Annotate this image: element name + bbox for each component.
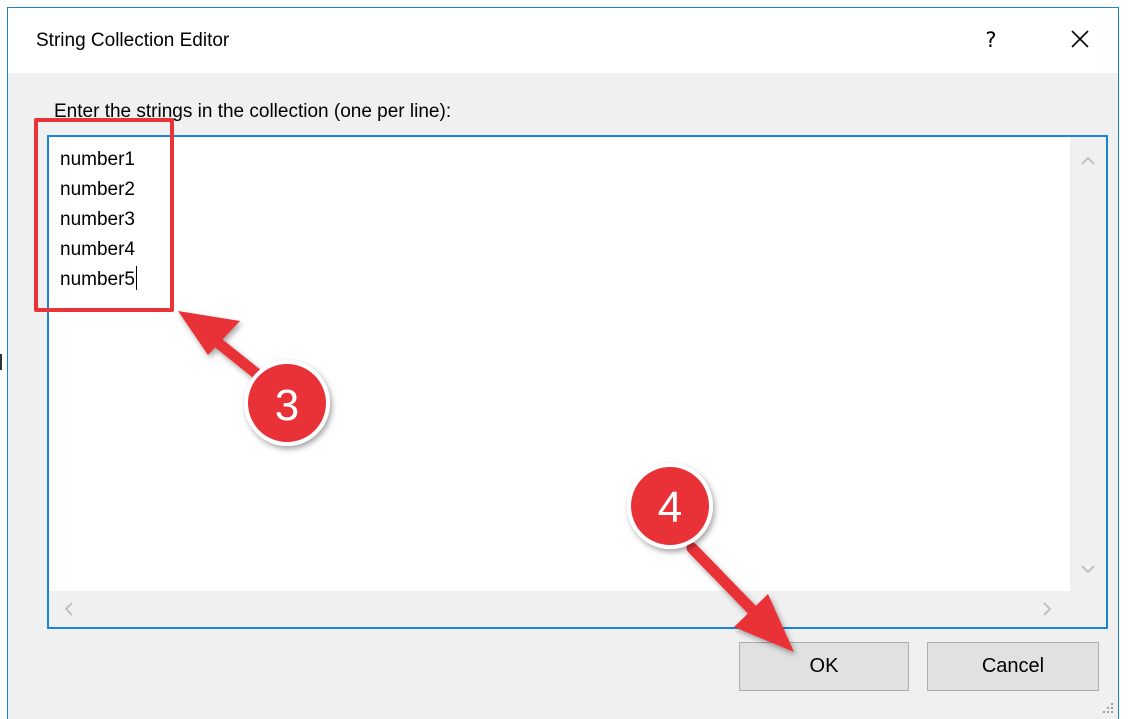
close-button[interactable] — [1060, 22, 1100, 58]
horizontal-scrollbar[interactable] — [49, 591, 1070, 627]
close-icon — [1071, 30, 1089, 48]
dialog-title: String Collection Editor — [36, 30, 230, 51]
scrollbar-corner — [1070, 591, 1106, 627]
strings-textarea[interactable]: number1 number2 number3 number4 number5 — [47, 135, 1108, 629]
scroll-right-arrow-icon[interactable] — [1037, 599, 1057, 619]
ok-button[interactable]: OK — [739, 642, 909, 691]
title-bar[interactable]: String Collection Editor ? — [8, 8, 1118, 73]
help-button[interactable]: ? — [976, 22, 1006, 58]
scroll-left-arrow-icon[interactable] — [59, 599, 79, 619]
scroll-up-arrow-icon[interactable] — [1078, 151, 1098, 171]
cancel-button[interactable]: Cancel — [927, 642, 1099, 691]
highlight-box-strings — [34, 118, 174, 312]
help-icon: ? — [985, 28, 997, 52]
string-collection-editor-dialog: String Collection Editor ? Enter the str… — [7, 7, 1119, 719]
background-edge-mark — [0, 354, 2, 370]
scroll-down-arrow-icon[interactable] — [1078, 559, 1098, 579]
stage: String Collection Editor ? Enter the str… — [0, 0, 1129, 719]
vertical-scrollbar[interactable] — [1070, 137, 1106, 592]
resize-grip-icon[interactable] — [1100, 701, 1114, 715]
